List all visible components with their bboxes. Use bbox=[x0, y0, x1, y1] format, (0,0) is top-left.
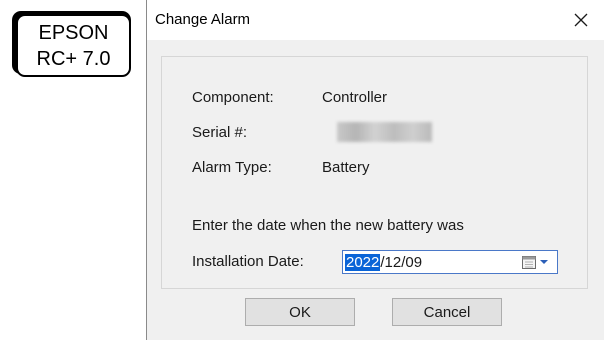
change-alarm-dialog: Change Alarm Component: Controller Seria… bbox=[146, 0, 604, 340]
chevron-down-icon bbox=[540, 260, 548, 264]
calendar-dropdown-button[interactable] bbox=[521, 254, 553, 270]
component-value: Controller bbox=[322, 89, 388, 106]
title-bar: Change Alarm bbox=[147, 0, 604, 40]
calendar-icon bbox=[522, 256, 536, 269]
product-badge-face: EPSON RC+ 7.0 bbox=[16, 14, 131, 77]
cancel-button[interactable]: Cancel bbox=[392, 298, 502, 326]
serial-value-redacted bbox=[337, 122, 432, 142]
instruction-text: Enter the date when the new battery was bbox=[192, 217, 464, 234]
close-icon bbox=[574, 13, 588, 27]
date-month-day[interactable]: /12/09 bbox=[380, 254, 422, 271]
dialog-content: Component: Controller Serial #: Alarm Ty… bbox=[147, 40, 604, 340]
installation-date-picker[interactable]: 2022/12/09 bbox=[342, 250, 558, 274]
serial-label: Serial #: bbox=[192, 124, 248, 141]
alarm-group: Component: Controller Serial #: Alarm Ty… bbox=[161, 56, 588, 289]
alarm-type-value: Battery bbox=[322, 159, 370, 176]
badge-line-1: EPSON bbox=[38, 21, 109, 44]
installation-date-label: Installation Date: bbox=[192, 253, 304, 270]
component-label: Component: bbox=[192, 89, 274, 106]
date-year-selected[interactable]: 2022 bbox=[345, 254, 381, 271]
close-button[interactable] bbox=[558, 0, 604, 40]
product-badge: EPSON RC+ 7.0 bbox=[12, 11, 131, 77]
alarm-type-label: Alarm Type: bbox=[192, 159, 272, 176]
ok-button[interactable]: OK bbox=[245, 298, 355, 326]
dialog-title: Change Alarm bbox=[155, 11, 251, 28]
date-text: 2022/12/09 bbox=[345, 254, 422, 271]
badge-line-2: RC+ 7.0 bbox=[36, 47, 111, 70]
